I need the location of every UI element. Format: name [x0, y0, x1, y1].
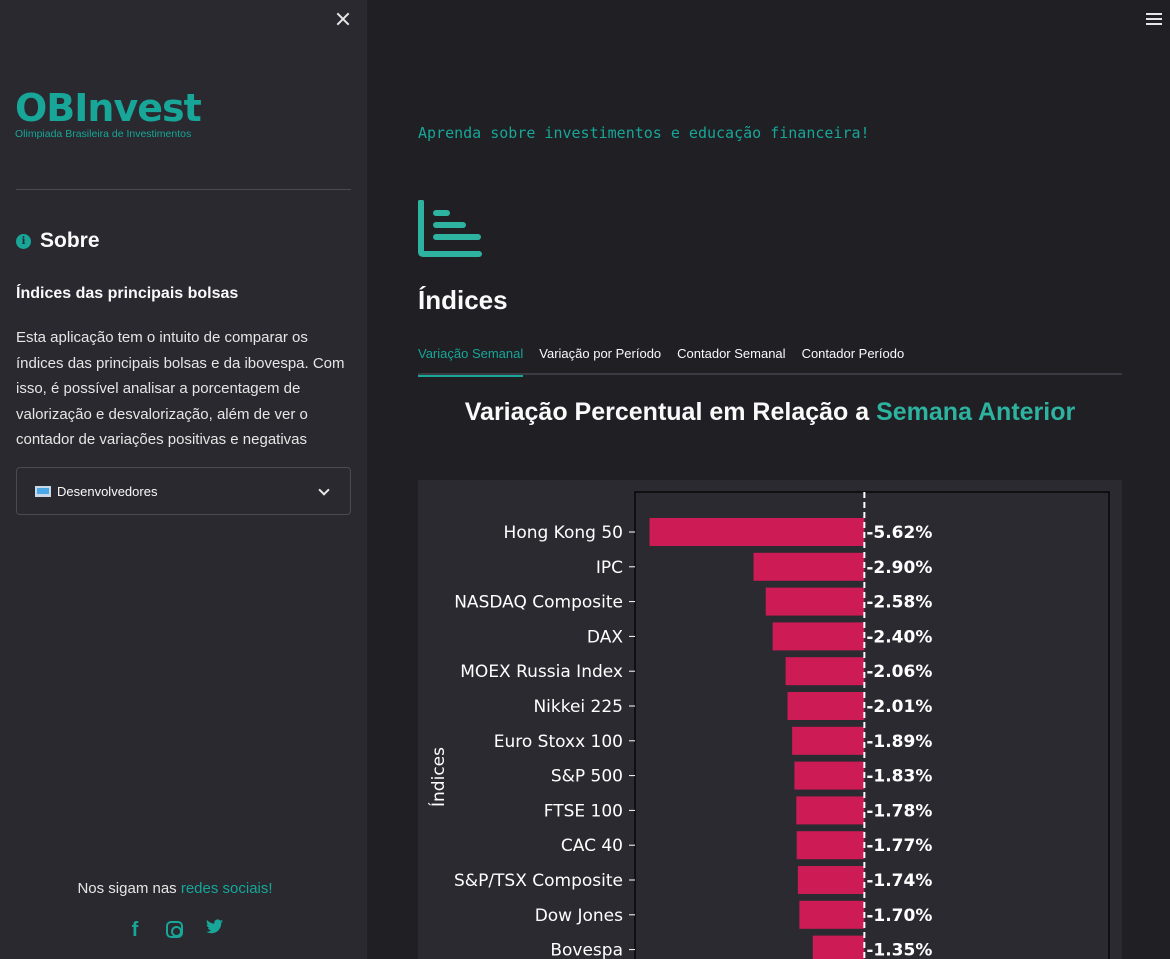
tab-contador-periodo[interactable]: Contador Período [802, 340, 905, 375]
laptop-icon [35, 485, 51, 497]
social-link[interactable]: redes sociais! [181, 880, 273, 897]
chart-title-accent: Semana Anterior [876, 398, 1076, 426]
data-label: -1.70% [866, 906, 932, 926]
y-tick-label: FTSE 100 [544, 801, 623, 821]
data-label: -1.35% [866, 941, 932, 959]
data-label: -1.78% [866, 801, 932, 821]
bar [785, 657, 865, 686]
y-tick-label: S&P 500 [551, 767, 623, 787]
bar [799, 900, 865, 929]
sobre-header: i Sobre [16, 229, 100, 253]
bar [649, 518, 865, 546]
data-label: -1.74% [866, 871, 932, 891]
chevron-down-icon [318, 484, 330, 496]
sobre-title: Sobre [40, 229, 100, 252]
bar [787, 692, 865, 720]
y-tick-label: CAC 40 [561, 836, 623, 856]
social-text: Nos sigam nas redes sociais! [0, 880, 350, 897]
social-prefix: Nos sigam nas [77, 880, 181, 897]
y-tick-label: Hong Kong 50 [504, 523, 623, 543]
bar [792, 726, 865, 755]
developers-expander[interactable]: Desenvolvedores [16, 467, 351, 515]
bar [772, 622, 865, 651]
obinvest-logo: OBInvest Olimpiada Brasileira de Investi… [15, 88, 220, 148]
data-label: -2.58% [866, 593, 932, 613]
y-tick-label: Dow Jones [535, 906, 623, 926]
main-menu-icon[interactable] [1146, 13, 1162, 25]
data-label: -2.01% [866, 697, 932, 717]
chart-title-prefix: Variação Percentual em Relação a [464, 398, 877, 426]
y-tick-label: DAX [587, 627, 623, 647]
facebook-icon[interactable]: f [126, 919, 144, 941]
sidebar-divider [16, 189, 351, 190]
bar [794, 761, 865, 790]
data-label: -5.62% [866, 523, 932, 543]
tab-bar: Variação Semanal Variação por Período Co… [418, 340, 1122, 377]
bar-chart: Hong Kong 50 -5.62% IPC -2.90% NASDAQ Compos… [418, 480, 1122, 959]
y-tick-label: Euro Stoxx 100 [494, 732, 623, 752]
sidebar-heading: Índices das principais bolsas [16, 285, 239, 302]
bar [765, 587, 865, 616]
y-tick-label: NASDAQ Composite [454, 593, 623, 613]
tab-contador-semanal[interactable]: Contador Semanal [677, 340, 785, 375]
tagline: Aprenda sobre investimentos e educação f… [418, 124, 870, 142]
logo-subtitle: Olimpiada Brasileira de Investimentos [15, 128, 192, 140]
bar [753, 552, 865, 581]
data-label: -2.90% [866, 558, 932, 578]
instagram-icon[interactable] [166, 921, 183, 938]
info-icon: i [16, 233, 31, 249]
sidebar-description: Esta aplicação tem o intuito de comparar… [16, 329, 345, 448]
twitter-icon[interactable] [205, 919, 223, 941]
chart-title: Variação Percentual em Relação a Semana … [418, 398, 1122, 427]
bar [812, 935, 865, 959]
expander-label: Desenvolvedores [57, 483, 158, 499]
data-label: -1.77% [866, 836, 932, 856]
data-label: -1.83% [866, 767, 932, 787]
y-tick-label: IPC [596, 558, 623, 578]
bar [797, 866, 865, 894]
y-tick-label: MOEX Russia Index [460, 662, 623, 682]
data-label: -2.06% [866, 662, 932, 682]
tab-variacao-periodo[interactable]: Variação por Período [539, 340, 661, 375]
y-tick-label: Nikkei 225 [533, 697, 623, 717]
sidebar: OBInvest Olimpiada Brasileira de Investi… [0, 0, 367, 959]
chart-svg: Hong Kong 50 -5.62% IPC -2.90% NASDAQ Compos… [427, 491, 1110, 959]
data-label: -1.89% [866, 732, 932, 752]
y-axis-label: Índices [427, 747, 449, 807]
bar [796, 831, 865, 860]
logo-wordmark: OBInvest [15, 86, 202, 130]
y-tick-label: Bovespa [550, 941, 623, 959]
close-sidebar-icon[interactable] [334, 10, 352, 28]
tab-variacao-semanal[interactable]: Variação Semanal [418, 340, 524, 377]
y-tick-label: S&P/TSX Composite [454, 871, 623, 891]
chart-list-icon [418, 200, 482, 257]
bar [796, 796, 865, 825]
data-label: -2.40% [866, 627, 932, 647]
social-icons: f [126, 919, 223, 941]
page-title: Índices [418, 285, 508, 315]
